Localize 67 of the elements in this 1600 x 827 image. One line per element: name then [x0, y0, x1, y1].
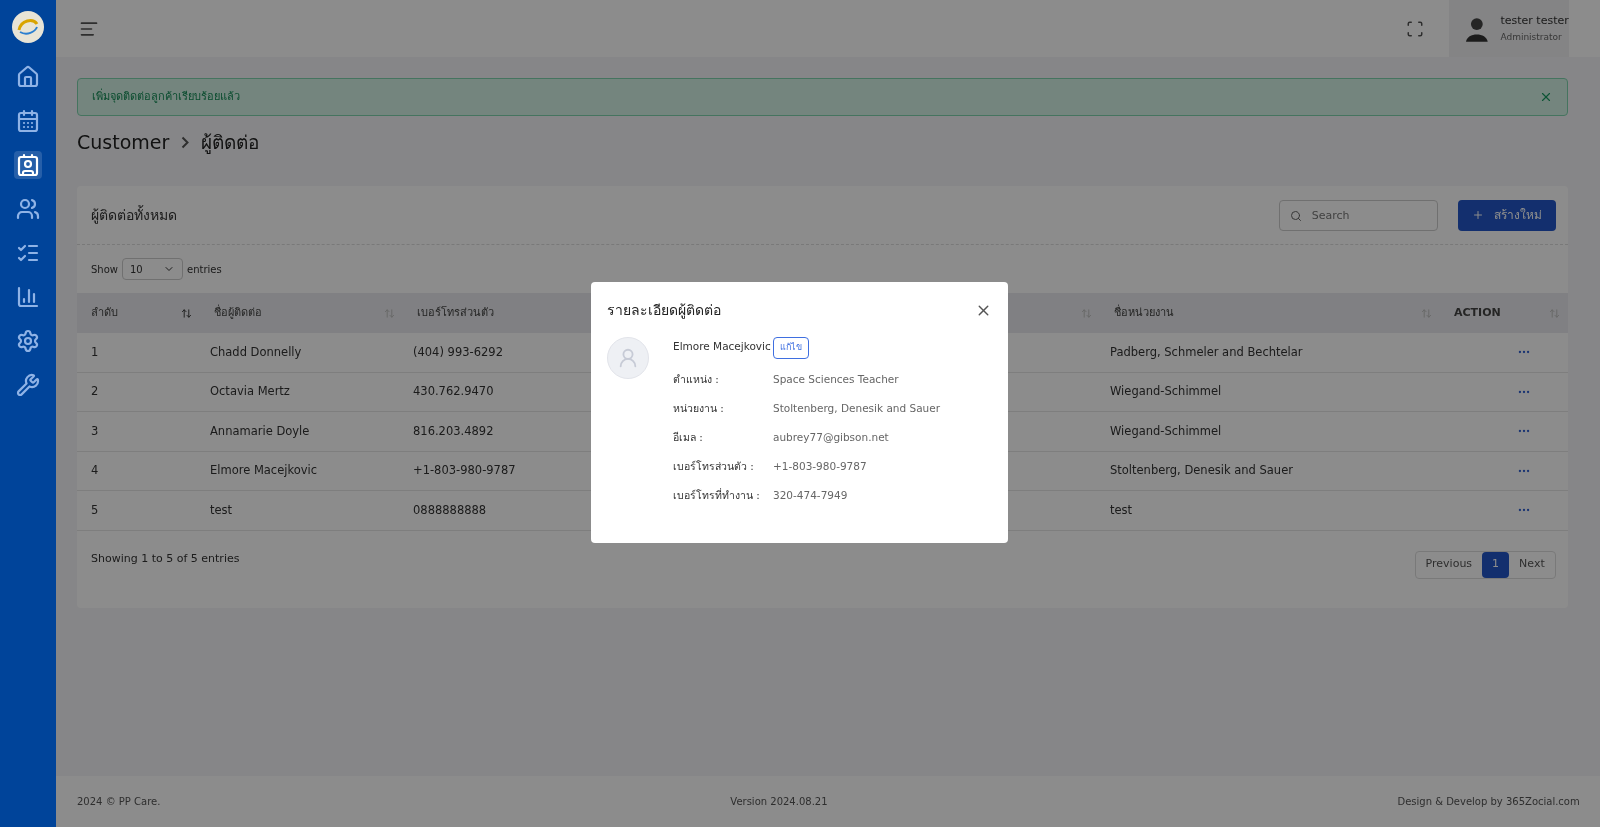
chevron-right-icon [181, 135, 190, 149]
contact-name: Elmore Macejkovic [673, 339, 772, 354]
user-menu[interactable]: tester tester Administrator [1448, 0, 1569, 57]
column-header[interactable]: ลำดับ [91, 304, 118, 322]
pagination-button[interactable]: Previous [1415, 551, 1483, 578]
field-value: Stoltenberg, Denesik and Sauer [773, 400, 941, 416]
logo-icon [11, 10, 45, 44]
dialog-title: รายละเอียดผู้ติดต่อ [607, 301, 721, 321]
column-header[interactable]: เบอร์โทรส่วนตัว [417, 304, 494, 322]
table-cell: Octavia Mertz [210, 383, 290, 401]
table-cell: Wiegand-Schimmel [1110, 422, 1222, 440]
edit-button[interactable]: แก้ไข [773, 337, 809, 359]
create-button[interactable]: สร้างใหม่ [1457, 199, 1556, 231]
avatar-icon [1464, 15, 1489, 42]
contact-book-icon[interactable] [14, 151, 42, 179]
credit-text: Design & Develop by 365Zocial.com [1397, 795, 1580, 809]
table-cell: 1 [91, 343, 99, 361]
table-cell: Stoltenberg, Denesik and Sauer [1110, 462, 1293, 480]
column-header[interactable]: ACTION [1454, 304, 1501, 322]
card-title: ผู้ติดต่อทั้งหมด [91, 204, 177, 226]
field-label: เบอร์โทรที่ทำงาน : [673, 487, 761, 503]
entries-label: entries [187, 262, 222, 277]
table-cell: test [210, 501, 233, 519]
table-cell: 5 [91, 501, 99, 519]
table-cell: 430.762.9470 [413, 383, 494, 401]
table-cell: Chadd Donnelly [210, 343, 302, 361]
pagination-button[interactable]: Next [1509, 551, 1555, 578]
field-value: +1-803-980-9787 [773, 458, 867, 474]
user-role: Administrator [1500, 31, 1563, 43]
table-cell: 0888888888 [413, 501, 487, 519]
field-label: ตำแหน่ง : [673, 371, 720, 387]
column-header[interactable]: ชื่อผู้ติดต่อ [214, 304, 262, 322]
table-cell: (404) 993-6292 [413, 343, 503, 361]
fullscreen-icon[interactable] [1405, 19, 1424, 38]
column-header[interactable]: ชื่อหน่วยงาน [1114, 304, 1174, 322]
copyright-text: 2024 © PP Care. [77, 795, 161, 809]
table-cell: test [1110, 501, 1133, 519]
alert-message: เพิ่มจุดติดต่อลูกค้าเรียบร้อยแล้ว [92, 88, 240, 105]
breadcrumb-item: ผู้ติดต่อ [201, 129, 260, 156]
table-cell: 816.203.4892 [413, 422, 494, 440]
table-cell: +1-803-980-9787 [413, 462, 516, 480]
wrench-icon[interactable] [14, 371, 42, 399]
field-value: 320-474-7949 [773, 487, 848, 503]
table-cell: 3 [91, 422, 99, 440]
plus-icon [1471, 209, 1484, 221]
table-cell: Annamarie Doyle [210, 422, 310, 440]
search-icon [1289, 209, 1302, 222]
field-label: อีเมล : [673, 429, 704, 445]
breadcrumb-item[interactable]: Customer [77, 127, 170, 157]
user-name: tester tester [1500, 14, 1569, 28]
field-label: เบอร์โทรส่วนตัว : [673, 458, 755, 474]
table-cell: 4 [91, 462, 99, 480]
table-info: Showing 1 to 5 of 5 entries [91, 551, 240, 568]
field-value: Space Sciences Teacher [773, 371, 899, 387]
table-cell: 2 [91, 383, 99, 401]
contact-avatar-icon [607, 337, 649, 379]
pagination-button[interactable]: 1 [1482, 551, 1510, 578]
table-cell: Elmore Macejkovic [210, 462, 318, 480]
show-label: Show [91, 262, 118, 277]
table-cell: Padberg, Schmeler and Bechtelar [1110, 343, 1303, 361]
page-size-select[interactable]: 10 [122, 258, 183, 280]
field-label: หน่วยงาน : [673, 400, 725, 416]
field-value: aubrey77@gibson.net [773, 429, 889, 445]
sort-icon[interactable] [181, 307, 192, 319]
search-field[interactable]: Search [1278, 199, 1438, 231]
version-text: Version 2024.08.21 [730, 795, 828, 809]
table-cell: Wiegand-Schimmel [1110, 383, 1222, 401]
